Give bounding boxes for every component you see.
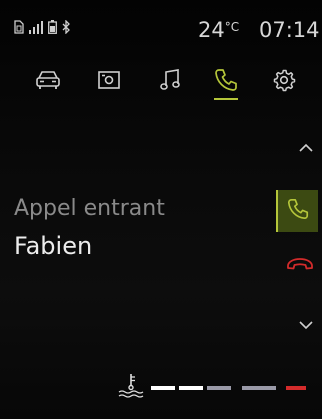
media-icon xyxy=(97,69,121,91)
active-tab-indicator xyxy=(214,98,238,100)
tab-vehicle[interactable] xyxy=(28,60,68,100)
chevron-up-icon[interactable] xyxy=(293,137,319,157)
infotainment-screen: 24°C 07:14 Appel entrant Fabien xyxy=(0,0,322,419)
coolant-temperature-icon xyxy=(116,372,146,402)
temperature-value: 24 xyxy=(198,18,225,42)
car-icon xyxy=(35,69,61,91)
phone-hangup-icon xyxy=(285,256,315,276)
main-tab-bar xyxy=(0,60,322,104)
status-bar: 24°C 07:14 xyxy=(0,0,322,58)
outside-temperature: 24°C xyxy=(198,18,239,42)
accept-call-button[interactable] xyxy=(276,190,318,232)
tab-phone[interactable] xyxy=(206,60,246,100)
chevron-down-icon[interactable] xyxy=(293,316,319,336)
phone-accept-icon xyxy=(286,197,310,225)
temperature-unit: °C xyxy=(224,20,240,34)
call-status-label: Appel entrant xyxy=(14,196,165,221)
gauge-segment xyxy=(286,386,306,390)
settings-gear-icon xyxy=(272,68,296,92)
tab-settings[interactable] xyxy=(264,60,304,100)
signal-bars-icon xyxy=(29,20,43,34)
phone-icon xyxy=(213,67,239,93)
battery-icon xyxy=(48,20,57,34)
caller-name: Fabien xyxy=(14,232,93,260)
reject-call-button[interactable] xyxy=(280,249,320,283)
gauge-segment xyxy=(242,386,276,390)
status-icons xyxy=(14,20,71,34)
sim-card-icon xyxy=(14,20,24,34)
tab-music[interactable] xyxy=(150,60,190,100)
gauge-segment xyxy=(151,386,175,390)
tab-media[interactable] xyxy=(89,60,129,100)
clock: 07:14 xyxy=(259,18,320,42)
bluetooth-icon xyxy=(62,20,71,34)
gauge-segment xyxy=(179,386,203,390)
music-note-icon xyxy=(159,68,181,92)
gauge-segment xyxy=(207,386,231,390)
